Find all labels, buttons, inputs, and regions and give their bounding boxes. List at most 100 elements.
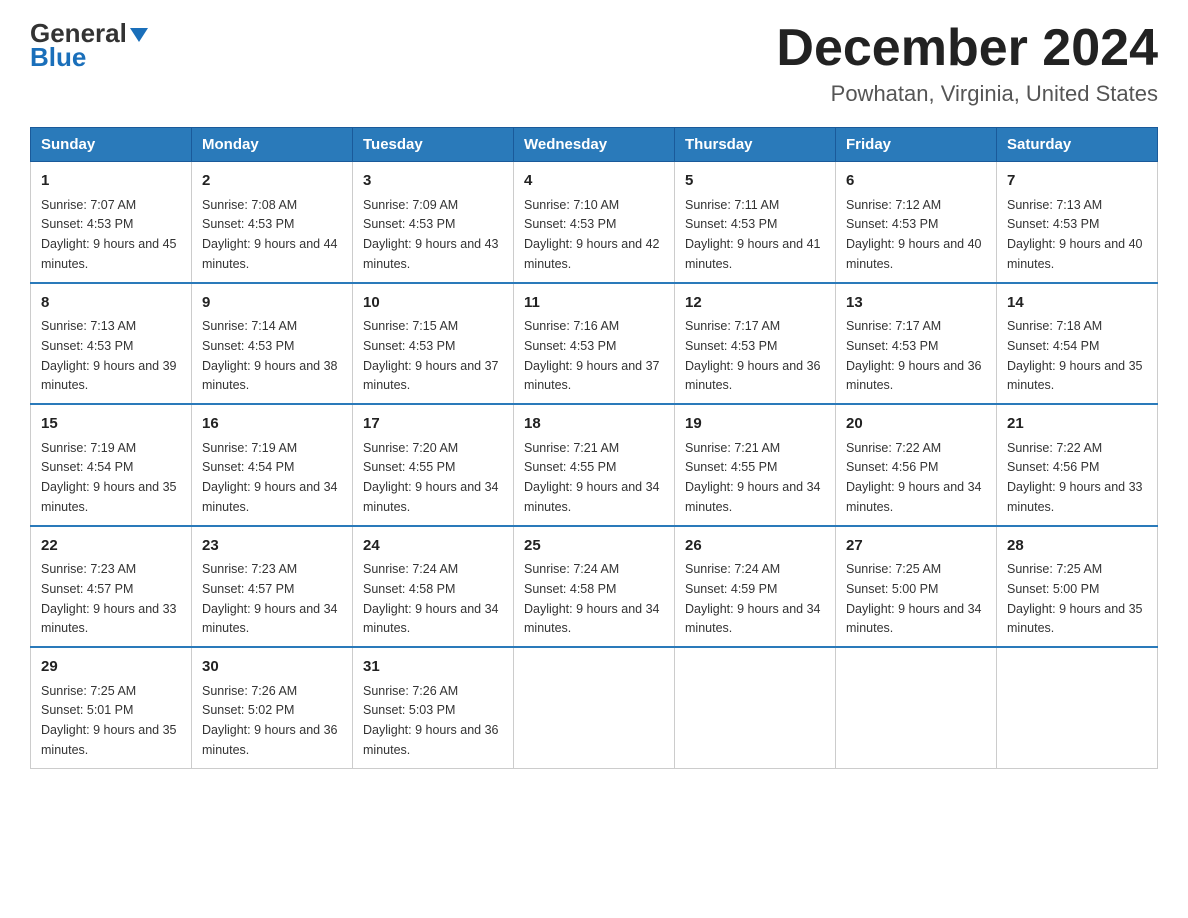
col-wednesday: Wednesday	[514, 128, 675, 162]
logo-triangle-icon	[130, 28, 148, 42]
calendar-day-cell: 29 Sunrise: 7:25 AMSunset: 5:01 PMDaylig…	[31, 647, 192, 768]
day-number: 18	[524, 413, 664, 436]
day-number: 20	[846, 413, 986, 436]
calendar-day-cell: 10 Sunrise: 7:15 AMSunset: 4:53 PMDaylig…	[353, 283, 514, 405]
calendar-day-cell: 9 Sunrise: 7:14 AMSunset: 4:53 PMDayligh…	[192, 283, 353, 405]
calendar-day-cell: 23 Sunrise: 7:23 AMSunset: 4:57 PMDaylig…	[192, 526, 353, 648]
calendar-day-cell: 4 Sunrise: 7:10 AMSunset: 4:53 PMDayligh…	[514, 162, 675, 283]
calendar-day-cell: 24 Sunrise: 7:24 AMSunset: 4:58 PMDaylig…	[353, 526, 514, 648]
day-info: Sunrise: 7:13 AMSunset: 4:53 PMDaylight:…	[41, 319, 177, 392]
day-number: 15	[41, 413, 181, 436]
calendar-day-cell	[997, 647, 1158, 768]
day-info: Sunrise: 7:26 AMSunset: 5:02 PMDaylight:…	[202, 684, 338, 757]
day-number: 9	[202, 292, 342, 315]
calendar-day-cell: 27 Sunrise: 7:25 AMSunset: 5:00 PMDaylig…	[836, 526, 997, 648]
calendar-day-cell: 30 Sunrise: 7:26 AMSunset: 5:02 PMDaylig…	[192, 647, 353, 768]
calendar-week-row-1: 1 Sunrise: 7:07 AMSunset: 4:53 PMDayligh…	[31, 162, 1158, 283]
calendar-day-cell: 16 Sunrise: 7:19 AMSunset: 4:54 PMDaylig…	[192, 404, 353, 526]
calendar-day-cell: 6 Sunrise: 7:12 AMSunset: 4:53 PMDayligh…	[836, 162, 997, 283]
day-number: 13	[846, 292, 986, 315]
day-info: Sunrise: 7:07 AMSunset: 4:53 PMDaylight:…	[41, 198, 177, 271]
calendar-day-cell: 5 Sunrise: 7:11 AMSunset: 4:53 PMDayligh…	[675, 162, 836, 283]
col-friday: Friday	[836, 128, 997, 162]
day-number: 28	[1007, 535, 1147, 558]
calendar-header-row: Sunday Monday Tuesday Wednesday Thursday…	[31, 128, 1158, 162]
calendar-day-cell	[675, 647, 836, 768]
day-info: Sunrise: 7:21 AMSunset: 4:55 PMDaylight:…	[524, 441, 660, 514]
page-header: General Blue December 2024 Powhatan, Vir…	[30, 20, 1158, 107]
day-info: Sunrise: 7:22 AMSunset: 4:56 PMDaylight:…	[846, 441, 982, 514]
day-info: Sunrise: 7:19 AMSunset: 4:54 PMDaylight:…	[41, 441, 177, 514]
day-info: Sunrise: 7:12 AMSunset: 4:53 PMDaylight:…	[846, 198, 982, 271]
location-subtitle: Powhatan, Virginia, United States	[776, 81, 1158, 107]
day-info: Sunrise: 7:22 AMSunset: 4:56 PMDaylight:…	[1007, 441, 1143, 514]
calendar-day-cell: 13 Sunrise: 7:17 AMSunset: 4:53 PMDaylig…	[836, 283, 997, 405]
col-sunday: Sunday	[31, 128, 192, 162]
calendar-table: Sunday Monday Tuesday Wednesday Thursday…	[30, 127, 1158, 769]
day-info: Sunrise: 7:19 AMSunset: 4:54 PMDaylight:…	[202, 441, 338, 514]
day-number: 3	[363, 170, 503, 193]
day-number: 5	[685, 170, 825, 193]
day-number: 17	[363, 413, 503, 436]
calendar-day-cell: 2 Sunrise: 7:08 AMSunset: 4:53 PMDayligh…	[192, 162, 353, 283]
day-number: 19	[685, 413, 825, 436]
day-number: 6	[846, 170, 986, 193]
day-number: 30	[202, 656, 342, 679]
day-number: 14	[1007, 292, 1147, 315]
day-number: 11	[524, 292, 664, 315]
day-number: 29	[41, 656, 181, 679]
calendar-week-row-5: 29 Sunrise: 7:25 AMSunset: 5:01 PMDaylig…	[31, 647, 1158, 768]
day-number: 10	[363, 292, 503, 315]
calendar-day-cell: 25 Sunrise: 7:24 AMSunset: 4:58 PMDaylig…	[514, 526, 675, 648]
day-number: 27	[846, 535, 986, 558]
title-block: December 2024 Powhatan, Virginia, United…	[776, 20, 1158, 107]
calendar-day-cell: 22 Sunrise: 7:23 AMSunset: 4:57 PMDaylig…	[31, 526, 192, 648]
day-number: 26	[685, 535, 825, 558]
calendar-day-cell: 17 Sunrise: 7:20 AMSunset: 4:55 PMDaylig…	[353, 404, 514, 526]
day-number: 31	[363, 656, 503, 679]
day-number: 21	[1007, 413, 1147, 436]
day-info: Sunrise: 7:25 AMSunset: 5:01 PMDaylight:…	[41, 684, 177, 757]
col-thursday: Thursday	[675, 128, 836, 162]
day-info: Sunrise: 7:25 AMSunset: 5:00 PMDaylight:…	[1007, 562, 1143, 635]
day-number: 4	[524, 170, 664, 193]
day-info: Sunrise: 7:08 AMSunset: 4:53 PMDaylight:…	[202, 198, 338, 271]
day-info: Sunrise: 7:25 AMSunset: 5:00 PMDaylight:…	[846, 562, 982, 635]
calendar-day-cell: 1 Sunrise: 7:07 AMSunset: 4:53 PMDayligh…	[31, 162, 192, 283]
day-info: Sunrise: 7:09 AMSunset: 4:53 PMDaylight:…	[363, 198, 499, 271]
day-info: Sunrise: 7:20 AMSunset: 4:55 PMDaylight:…	[363, 441, 499, 514]
calendar-day-cell: 12 Sunrise: 7:17 AMSunset: 4:53 PMDaylig…	[675, 283, 836, 405]
day-info: Sunrise: 7:13 AMSunset: 4:53 PMDaylight:…	[1007, 198, 1143, 271]
day-info: Sunrise: 7:17 AMSunset: 4:53 PMDaylight:…	[846, 319, 982, 392]
calendar-day-cell: 8 Sunrise: 7:13 AMSunset: 4:53 PMDayligh…	[31, 283, 192, 405]
day-info: Sunrise: 7:26 AMSunset: 5:03 PMDaylight:…	[363, 684, 499, 757]
calendar-day-cell: 21 Sunrise: 7:22 AMSunset: 4:56 PMDaylig…	[997, 404, 1158, 526]
calendar-day-cell: 19 Sunrise: 7:21 AMSunset: 4:55 PMDaylig…	[675, 404, 836, 526]
day-info: Sunrise: 7:15 AMSunset: 4:53 PMDaylight:…	[363, 319, 499, 392]
day-number: 1	[41, 170, 181, 193]
calendar-week-row-4: 22 Sunrise: 7:23 AMSunset: 4:57 PMDaylig…	[31, 526, 1158, 648]
calendar-day-cell: 14 Sunrise: 7:18 AMSunset: 4:54 PMDaylig…	[997, 283, 1158, 405]
day-number: 7	[1007, 170, 1147, 193]
day-info: Sunrise: 7:21 AMSunset: 4:55 PMDaylight:…	[685, 441, 821, 514]
calendar-week-row-3: 15 Sunrise: 7:19 AMSunset: 4:54 PMDaylig…	[31, 404, 1158, 526]
day-info: Sunrise: 7:16 AMSunset: 4:53 PMDaylight:…	[524, 319, 660, 392]
calendar-day-cell: 26 Sunrise: 7:24 AMSunset: 4:59 PMDaylig…	[675, 526, 836, 648]
day-info: Sunrise: 7:17 AMSunset: 4:53 PMDaylight:…	[685, 319, 821, 392]
day-number: 24	[363, 535, 503, 558]
day-info: Sunrise: 7:11 AMSunset: 4:53 PMDaylight:…	[685, 198, 821, 271]
calendar-day-cell	[836, 647, 997, 768]
day-info: Sunrise: 7:24 AMSunset: 4:58 PMDaylight:…	[363, 562, 499, 635]
day-info: Sunrise: 7:23 AMSunset: 4:57 PMDaylight:…	[41, 562, 177, 635]
logo: General Blue	[30, 20, 148, 70]
calendar-day-cell: 18 Sunrise: 7:21 AMSunset: 4:55 PMDaylig…	[514, 404, 675, 526]
day-info: Sunrise: 7:24 AMSunset: 4:58 PMDaylight:…	[524, 562, 660, 635]
calendar-day-cell: 28 Sunrise: 7:25 AMSunset: 5:00 PMDaylig…	[997, 526, 1158, 648]
calendar-day-cell: 3 Sunrise: 7:09 AMSunset: 4:53 PMDayligh…	[353, 162, 514, 283]
calendar-day-cell: 7 Sunrise: 7:13 AMSunset: 4:53 PMDayligh…	[997, 162, 1158, 283]
day-info: Sunrise: 7:10 AMSunset: 4:53 PMDaylight:…	[524, 198, 660, 271]
day-number: 16	[202, 413, 342, 436]
col-monday: Monday	[192, 128, 353, 162]
col-tuesday: Tuesday	[353, 128, 514, 162]
calendar-day-cell: 31 Sunrise: 7:26 AMSunset: 5:03 PMDaylig…	[353, 647, 514, 768]
